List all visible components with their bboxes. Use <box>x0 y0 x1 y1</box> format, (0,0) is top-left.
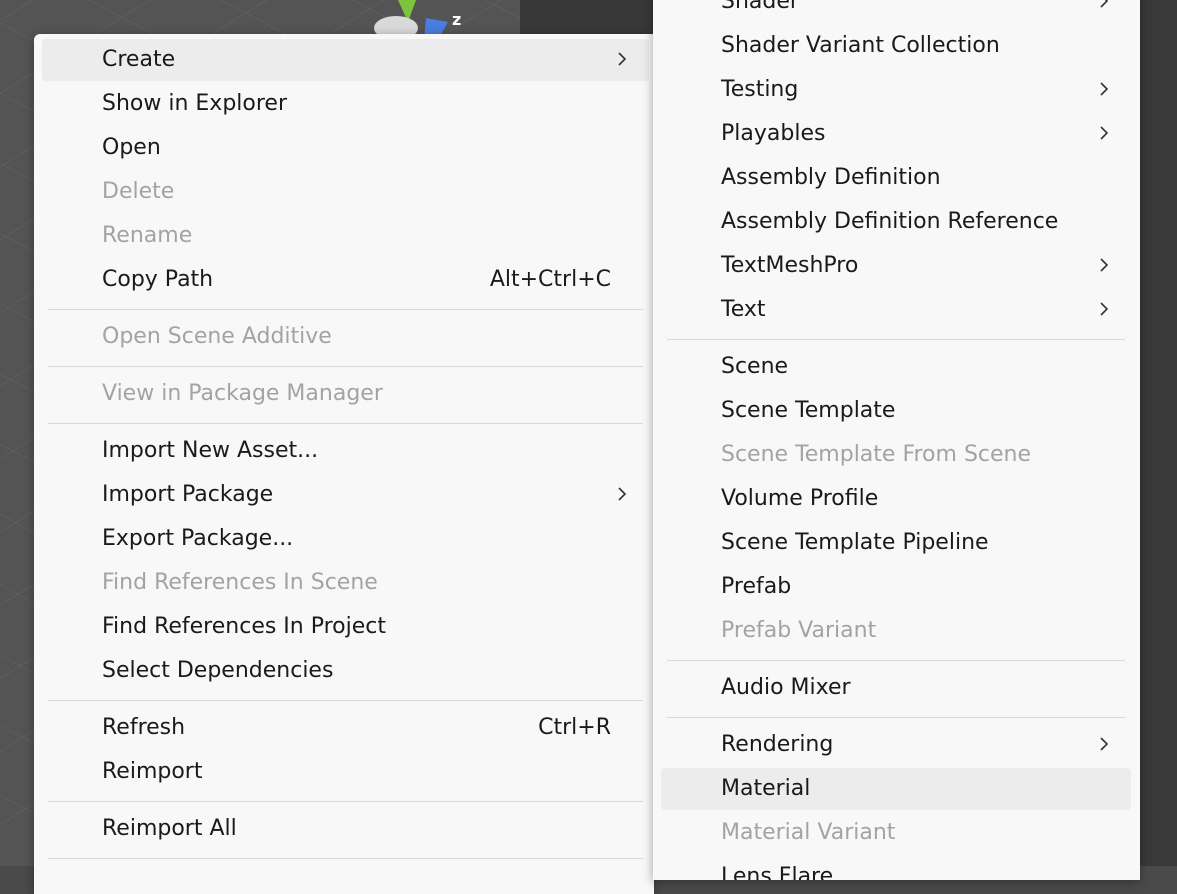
menu-item-shortcut: Alt+Ctrl+C <box>489 267 611 292</box>
menu-item-label: TextMeshPro <box>721 253 859 278</box>
menu-item-import-new-asset[interactable]: Import New Asset... <box>42 430 649 472</box>
menu-item-label: Open Scene Additive <box>102 324 332 349</box>
menu-item-label: Audio Mixer <box>721 675 851 700</box>
menu-item-label: Playables <box>721 121 826 146</box>
menu-separator <box>48 858 643 859</box>
menu-item-testing[interactable]: Testing <box>661 69 1131 111</box>
menu-item-shader-variant-collection[interactable]: Shader Variant Collection <box>661 25 1131 67</box>
menu-item-label: Material <box>721 776 811 801</box>
menu-item-scene-template[interactable]: Scene Template <box>661 390 1131 432</box>
menu-item-view-in-package-manager[interactable]: View in Package Manager <box>42 373 649 415</box>
menu-item-label: Show in Explorer <box>102 91 288 116</box>
chevron-right-icon <box>1100 737 1109 751</box>
menu-item-label: Assembly Definition <box>721 165 941 190</box>
menu-item-label: Create <box>102 47 176 72</box>
chevron-right-icon <box>1100 258 1109 272</box>
menu-item-reimport-all[interactable]: Reimport All <box>42 808 649 850</box>
menu-item-label: Reimport <box>102 759 203 784</box>
menu-item-scene-template-from-scene[interactable]: Scene Template From Scene <box>661 434 1131 476</box>
chevron-right-icon <box>1100 82 1109 96</box>
menu-item-label: Volume Profile <box>721 486 879 511</box>
menu-separator <box>48 801 643 802</box>
gizmo-z-label: z <box>452 10 461 29</box>
menu-item-prefab[interactable]: Prefab <box>661 566 1131 608</box>
menu-item-select-dependencies[interactable]: Select Dependencies <box>42 650 649 692</box>
menu-separator <box>667 660 1125 661</box>
menu-item-label: Text <box>721 297 766 322</box>
menu-item-scene-template-pipeline[interactable]: Scene Template Pipeline <box>661 522 1131 564</box>
menu-item-import-package[interactable]: Import Package <box>42 474 649 516</box>
menu-item-reimport[interactable]: Reimport <box>42 751 649 793</box>
menu-item-label: Import Package <box>102 482 274 507</box>
menu-item-label: Scene <box>721 354 789 379</box>
menu-item-rendering[interactable]: Rendering <box>661 724 1131 766</box>
menu-item-label: Rendering <box>721 732 834 757</box>
menu-separator <box>667 339 1125 340</box>
menu-item-label: Import New Asset... <box>102 438 319 463</box>
chevron-right-icon <box>1100 126 1109 140</box>
menu-item-label: Assembly Definition Reference <box>721 209 1059 234</box>
menu-item-material-variant[interactable]: Material Variant <box>661 812 1131 854</box>
menu-item-label: Shader Variant Collection <box>721 33 1000 58</box>
menu-item-open[interactable]: Open <box>42 127 649 169</box>
menu-separator <box>48 366 643 367</box>
menu-item-material[interactable]: Material <box>661 768 1131 810</box>
create-submenu: Shader Shader Variant Collection Testing Pl… <box>653 0 1140 880</box>
menu-item-prefab-variant[interactable]: Prefab Variant <box>661 610 1131 652</box>
menu-item-textmeshpro[interactable]: TextMeshPro <box>661 245 1131 287</box>
chevron-right-icon <box>618 52 627 66</box>
menu-item-label: Refresh <box>102 715 186 740</box>
chevron-right-icon <box>1100 0 1109 8</box>
menu-separator <box>48 309 643 310</box>
chevron-right-icon <box>618 487 627 501</box>
menu-item-find-references-in-project[interactable]: Find References In Project <box>42 606 649 648</box>
menu-item-label: Prefab <box>721 574 792 599</box>
menu-item-scene[interactable]: Scene <box>661 346 1131 388</box>
menu-item-playables[interactable]: Playables <box>661 113 1131 155</box>
menu-item-label: Reimport All <box>102 816 237 841</box>
menu-item-label: Delete <box>102 179 175 204</box>
menu-item-rename[interactable]: Rename <box>42 215 649 257</box>
menu-item-label: Lens Flare <box>721 864 834 880</box>
menu-item-text[interactable]: Text <box>661 289 1131 331</box>
menu-item-export-package[interactable]: Export Package... <box>42 518 649 560</box>
menu-item-find-references-in-scene[interactable]: Find References In Scene <box>42 562 649 604</box>
menu-item-label: Prefab Variant <box>721 618 877 643</box>
menu-item-label: Select Dependencies <box>102 658 334 683</box>
menu-item-label: Scene Template From Scene <box>721 442 1032 467</box>
menu-separator <box>48 423 643 424</box>
menu-item-create[interactable]: Create <box>42 39 649 81</box>
menu-item-label: Export Package... <box>102 526 294 551</box>
menu-item-lens-flare[interactable]: Lens Flare <box>661 856 1131 880</box>
menu-separator <box>667 717 1125 718</box>
menu-item-volume-profile[interactable]: Volume Profile <box>661 478 1131 520</box>
menu-item-copy-path[interactable]: Copy Path Alt+Ctrl+C <box>42 259 649 301</box>
menu-item-audio-mixer[interactable]: Audio Mixer <box>661 667 1131 709</box>
menu-item-label: Find References In Project <box>102 614 387 639</box>
chevron-right-icon <box>1100 302 1109 316</box>
menu-item-delete[interactable]: Delete <box>42 171 649 213</box>
menu-item-shader[interactable]: Shader <box>661 0 1131 23</box>
menu-item-label: View in Package Manager <box>102 381 383 406</box>
menu-item-label: Material Variant <box>721 820 896 845</box>
menu-item-label: Rename <box>102 223 193 248</box>
menu-item-label: Open <box>102 135 161 160</box>
menu-separator <box>48 700 643 701</box>
menu-item-label: Find References In Scene <box>102 570 378 595</box>
right-panel-edge <box>1140 0 1177 866</box>
menu-item-label: Scene Template Pipeline <box>721 530 989 555</box>
context-menu: Create Show in Explorer Open Delete Rename Co… <box>34 34 654 894</box>
menu-item-label: Scene Template <box>721 398 896 423</box>
menu-item-label: Copy Path <box>102 267 214 292</box>
menu-item-label: Shader <box>721 0 799 14</box>
menu-item-assembly-definition-reference[interactable]: Assembly Definition Reference <box>661 201 1131 243</box>
menu-item-assembly-definition[interactable]: Assembly Definition <box>661 157 1131 199</box>
menu-item-shortcut: Ctrl+R <box>538 715 611 740</box>
menu-item-refresh[interactable]: Refresh Ctrl+R <box>42 707 649 749</box>
menu-item-label: Testing <box>721 77 799 102</box>
menu-item-open-scene-additive[interactable]: Open Scene Additive <box>42 316 649 358</box>
menu-item-show-in-explorer[interactable]: Show in Explorer <box>42 83 649 125</box>
